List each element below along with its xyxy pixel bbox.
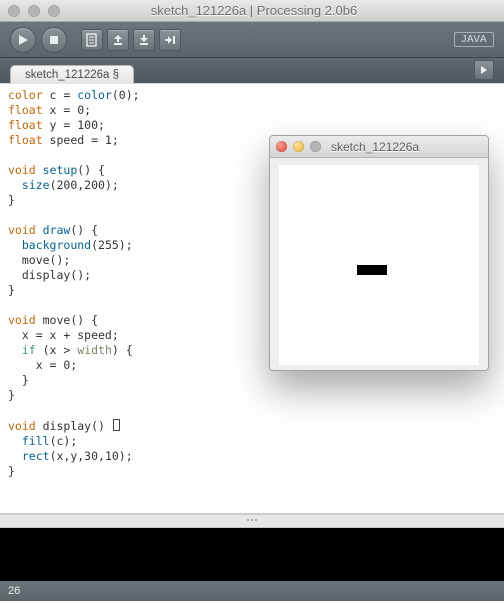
sketch-window-titlebar[interactable]: sketch_121226a	[270, 136, 488, 158]
tab-menu-button[interactable]	[474, 60, 494, 80]
run-button[interactable]	[10, 27, 36, 53]
tab-bar: sketch_121226a §	[0, 58, 504, 84]
minimize-dot[interactable]	[28, 5, 40, 17]
sketch-minimize-button[interactable]	[293, 141, 304, 152]
up-arrow-icon	[112, 34, 124, 46]
window-titlebar: sketch_121226a | Processing 2.0b6	[0, 0, 504, 22]
new-button[interactable]	[81, 29, 103, 51]
stop-icon	[49, 35, 59, 45]
sketch-canvas	[279, 165, 479, 365]
sketch-rect	[357, 265, 387, 275]
cursor	[113, 419, 120, 431]
right-caret-icon	[479, 65, 489, 75]
play-icon	[17, 34, 29, 46]
window-title: sketch_121226a | Processing 2.0b6	[60, 3, 448, 18]
save-button[interactable]	[133, 29, 155, 51]
zoom-dot[interactable]	[48, 5, 60, 17]
sketch-zoom-button[interactable]	[310, 141, 321, 152]
toolbar: JAVA	[0, 22, 504, 58]
close-dot[interactable]	[8, 5, 20, 17]
status-bar: 26	[0, 581, 504, 601]
file-icon	[86, 33, 98, 47]
console[interactable]	[0, 527, 504, 581]
sketch-window-title: sketch_121226a	[331, 140, 419, 154]
line-number: 26	[8, 585, 20, 597]
open-button[interactable]	[107, 29, 129, 51]
export-button[interactable]	[159, 29, 181, 51]
down-arrow-icon	[138, 34, 150, 46]
grip-icon	[244, 519, 260, 524]
traffic-lights	[8, 5, 60, 17]
sketch-close-button[interactable]	[276, 141, 287, 152]
mode-selector[interactable]: JAVA	[454, 32, 494, 47]
sketch-tab[interactable]: sketch_121226a §	[10, 65, 134, 84]
sketch-output-window: sketch_121226a	[269, 135, 489, 371]
stop-button[interactable]	[41, 27, 67, 53]
divider-grip[interactable]	[0, 514, 504, 527]
right-arrow-icon	[164, 34, 176, 46]
